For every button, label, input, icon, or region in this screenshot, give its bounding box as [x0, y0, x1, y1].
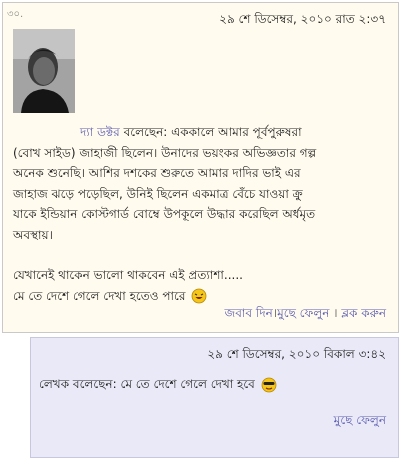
avatar-photo: [13, 29, 75, 113]
cool-emoticon-icon: [261, 377, 277, 392]
comment-card: ৩০. ২৯ শে ডিসেম্বর, ২০১০ রাত ২:৩৭ দ্যা ড…: [2, 2, 399, 333]
comment-line: অনেক শুনেছি। আশির দশকের শুরুতে আমার দাদি…: [13, 166, 301, 180]
comment-number: ৩০.: [7, 9, 24, 20]
action-separator: ।: [333, 306, 338, 320]
comment-body: দ্যা ডক্টর বলেছেন: এককালে আমার পূর্বপুরু…: [13, 122, 385, 306]
delete-link[interactable]: মুছে ফেলুন: [277, 306, 329, 320]
comment-line: (বোখ সাইড) জাহাজী ছিলেন। উনাদের ভয়ংকর অ…: [13, 145, 317, 160]
comment-line: অবস্থায়।: [13, 227, 53, 242]
delete-link[interactable]: মুছে ফেলুন: [334, 412, 386, 432]
laughing-emoticon-icon: [191, 288, 207, 304]
block-link[interactable]: ব্লক করুন: [341, 306, 386, 320]
comment-date: ২৯ শে ডিসেম্বর, ২০১০ রাত ২:৩৭: [219, 12, 386, 26]
wish-line: যেখানেই থাকেন ভালো থাকবেন এই প্রত্যাশা..…: [13, 268, 243, 282]
reply-text: লেখক বলেছেন: মে তে দেশে গেলে দেখা হবে: [39, 377, 255, 391]
comment-line: যাকে ইন্ডিয়ান কোস্টগার্ড বোম্বে উপকূলে …: [13, 207, 316, 221]
comment-actions: জবাব দিন।মুছে ফেলুন । ব্লক করুন: [225, 305, 386, 325]
comment-line: জাহাজ ঝড়ে পড়েছিল, উনিই ছিলেন একমাত্র ব…: [13, 186, 303, 201]
meet-line: মে তে দেশে গেলে দেখা হতেও পারে: [13, 288, 186, 303]
author-link[interactable]: দ্যা ডক্টর: [80, 125, 120, 139]
avatar[interactable]: [13, 29, 75, 113]
reply-link[interactable]: জবাব দিন: [225, 306, 273, 320]
reply-date: ২৯ শে ডিসেম্বর, ২০১০ বিকাল ৩:৪২: [207, 347, 386, 361]
says-label: বলেছেন: এককালে আমার পূর্বপুরুষরা: [119, 125, 302, 139]
reply-card: ২৯ শে ডিসেম্বর, ২০১০ বিকাল ৩:৪২ লেখক বলে…: [30, 337, 399, 458]
